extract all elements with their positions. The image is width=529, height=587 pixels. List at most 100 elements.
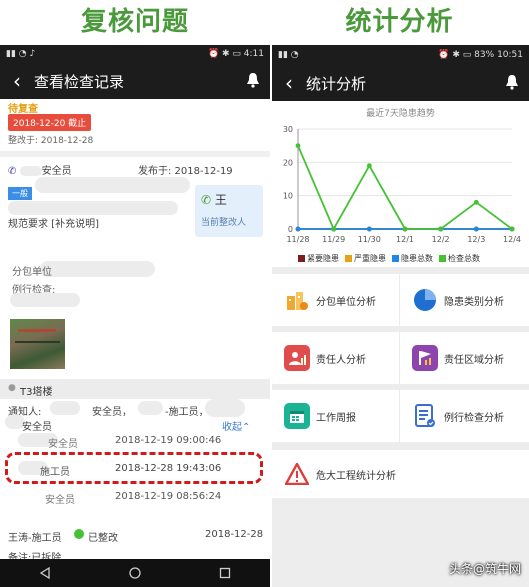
chart-legend: 紧要隐患 严重隐患 隐患总数 检查总数	[298, 253, 486, 264]
trend-chart-card: 最近7天隐患趋势 0 10 20 30 11/28 11/29 11/30 12/1 12/2 1…	[272, 101, 529, 267]
menu-area-analysis[interactable]: 责任区域分析	[400, 332, 529, 384]
phone-icon[interactable]: ✆	[8, 166, 16, 177]
log-who-1: 安全员	[48, 439, 78, 450]
status-card: 待复查 2018-12-20 截止 整改于: 2018-12-28	[0, 99, 270, 151]
status-label: 待复查	[8, 104, 38, 115]
warning-icon	[284, 461, 310, 487]
legend-swatch	[298, 255, 305, 262]
x-tick-label: 11/29	[322, 235, 345, 244]
menu-label: 隐患类别分析	[444, 296, 504, 308]
inspector-name: 安全员	[41, 166, 72, 177]
deadline-badge: 2018-12-20 截止	[8, 114, 92, 131]
bell-icon[interactable]	[505, 74, 519, 90]
x-tick-label: 11/30	[358, 235, 381, 244]
notify-card: 通知人: 安全员， -施工员， 安全员 收起⌃ 安全员 2018-12-19 0…	[0, 399, 270, 539]
home-circle-icon[interactable]	[129, 567, 141, 579]
rectify-date: 整改于: 2018-12-28	[8, 136, 94, 146]
series-line	[297, 145, 513, 232]
x-tick-label: 12/2	[432, 235, 450, 244]
notify-extra: 安全员	[22, 422, 52, 433]
collapse-link[interactable]: 收起⌃	[222, 418, 250, 433]
assignee-card[interactable]: ✆ 王 当前整改人	[195, 185, 263, 237]
bell-icon[interactable]	[246, 72, 260, 88]
left-phone-screen: ▮▮ ◔ ♪ ⏰ ✱ ▭ 4:11 ‹ 查看检查记录 待复查 2018-12-2…	[0, 45, 270, 587]
status-icons: ⏰ ✱ ▭	[438, 50, 475, 60]
footer-status: 已整改	[88, 533, 118, 544]
right-phone-screen: ▮▮ ◔ ⏰ ✱ ▭ 83% 10:51 ‹ 统计分析 最近7天隐患趋势 0 10…	[272, 45, 529, 587]
collapse-label: 收起	[222, 422, 242, 433]
data-point	[295, 226, 301, 232]
level-badge: 一般	[8, 187, 32, 200]
back-arrow-icon[interactable]: ‹	[272, 71, 306, 95]
legend-item[interactable]: 紧要隐患	[298, 253, 339, 264]
menu-label: 工作周报	[316, 412, 356, 424]
pie-chart-icon	[412, 287, 438, 313]
x-tick-label: 12/1	[396, 235, 414, 244]
menu-category-analysis[interactable]: 隐患类别分析	[400, 274, 529, 326]
footer-date: 2018-12-28	[205, 529, 264, 540]
log-time-3: 2018-12-19 08:56:24	[115, 491, 222, 502]
assignee-name: 王	[214, 193, 227, 207]
assignee-role: 当前整改人	[201, 218, 247, 228]
analysis-menu: 分包单位分析 隐患类别分析 责任人分析 责任区域分析 工作周报 例行检查分析 危…	[272, 274, 529, 534]
notify-text: 安全员，	[92, 407, 132, 418]
menu-subcontractor-analysis[interactable]: 分包单位分析	[272, 274, 399, 326]
done-dot-icon	[74, 529, 84, 539]
data-point	[295, 143, 301, 149]
x-tick-label: 12/3	[467, 235, 485, 244]
legend-label: 严重隐患	[354, 254, 386, 263]
recents-square-icon[interactable]	[219, 567, 231, 579]
data-point	[366, 163, 372, 169]
right-section-title: 统计分析	[345, 7, 454, 37]
legend-item[interactable]: 严重隐患	[345, 253, 386, 264]
legend-swatch	[345, 255, 352, 262]
signal-icons: ▮▮ ◔	[278, 50, 299, 60]
y-tick-label: 10	[283, 192, 293, 201]
back-arrow-icon[interactable]: ‹	[0, 69, 34, 93]
flag-chart-icon	[412, 345, 438, 371]
data-point	[331, 226, 337, 232]
calendar-icon	[284, 403, 310, 429]
menu-label: 责任人分析	[316, 354, 366, 366]
nav-bar: ‹ 查看检查记录	[0, 63, 270, 99]
checklist-icon	[412, 403, 438, 429]
menu-weekly-report[interactable]: 工作周报	[272, 390, 399, 442]
menu-label: 例行检查分析	[444, 412, 504, 424]
data-point	[509, 226, 515, 232]
subcontractor-label: 分包单位	[12, 267, 52, 278]
menu-routine-analysis[interactable]: 例行检查分析	[400, 390, 529, 442]
page-title: 统计分析	[306, 74, 367, 93]
chart-title: 最近7天隐患趋势	[366, 109, 435, 119]
x-tick-label: 12/4	[503, 235, 521, 244]
legend-item[interactable]: 检查总数	[439, 253, 480, 264]
alarm-icon: ⏰ ✱ ▭	[207, 49, 244, 59]
publish-date: 发布于: 2018-12-19	[138, 166, 233, 177]
data-point	[402, 226, 408, 232]
android-nav-bar	[0, 559, 270, 587]
data-point	[473, 226, 479, 232]
back-triangle-icon[interactable]	[39, 567, 51, 579]
requirement-text: 规范要求 [补充说明]	[8, 219, 99, 230]
signal-icons: ▮▮ ◔ ♪	[6, 49, 36, 59]
data-point	[473, 199, 479, 205]
log-who-2: 施工员	[40, 467, 70, 478]
menu-person-analysis[interactable]: 责任人分析	[272, 332, 399, 384]
status-time: 4:11	[243, 49, 264, 59]
data-point	[438, 226, 444, 232]
site-photo[interactable]	[10, 319, 65, 369]
location-pin-icon: ●	[8, 383, 16, 393]
x-tick-label: 11/28	[286, 235, 309, 244]
log-time-2: 2018-12-28 19:43:06	[115, 463, 222, 474]
y-tick-label: 20	[283, 158, 293, 167]
legend-swatch	[439, 255, 446, 262]
location-label: T3塔楼	[20, 387, 53, 398]
legend-label: 紧要隐患	[307, 254, 339, 263]
menu-major-hazard-analysis[interactable]: 危大工程统计分析	[272, 450, 529, 498]
phone-icon: ✆	[201, 193, 212, 207]
menu-label: 分包单位分析	[316, 296, 376, 308]
log-who-3: 安全员	[45, 495, 75, 506]
legend-item[interactable]: 隐患总数	[392, 253, 433, 264]
menu-label: 责任区域分析	[444, 354, 504, 366]
left-section-title: 复核问题	[80, 7, 189, 37]
issue-card: ✆ 安全员 发布于: 2018-12-19 一般 规范要求 [补充说明] ✆ 王…	[0, 157, 270, 379]
